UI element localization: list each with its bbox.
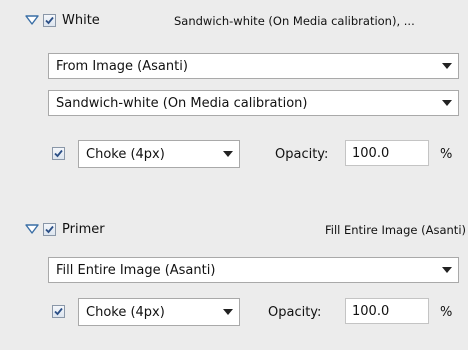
- checkmark-icon: [54, 307, 63, 316]
- chevron-down-icon: [217, 151, 239, 157]
- primer-fill-select-value: Fill Entire Image (Asanti): [56, 262, 216, 278]
- expand-triangle-icon[interactable]: [25, 223, 41, 237]
- chevron-down-icon: [436, 63, 458, 69]
- white-choke-checkbox[interactable]: [52, 147, 65, 160]
- layer-primer-checkbox[interactable]: [43, 223, 56, 236]
- layer-white-header: White: [25, 13, 100, 28]
- primer-opacity-label: Opacity:: [268, 305, 322, 320]
- white-opacity-input[interactable]: [345, 140, 429, 166]
- primer-choke-checkbox[interactable]: [52, 305, 65, 318]
- white-choke-select-value: Choke (4px): [86, 146, 165, 162]
- primer-opacity-input[interactable]: [345, 298, 429, 324]
- layer-white-summary: Sandwich-white (On Media calibration), .…: [174, 14, 415, 28]
- white-calibration-select-value: Sandwich-white (On Media calibration): [56, 95, 308, 111]
- white-source-select-value: From Image (Asanti): [56, 58, 188, 74]
- layer-white-name: White: [62, 13, 100, 28]
- primer-choke-select[interactable]: Choke (4px): [78, 298, 240, 326]
- checkmark-icon: [54, 149, 63, 158]
- white-calibration-select[interactable]: Sandwich-white (On Media calibration): [48, 90, 459, 116]
- chevron-down-icon: [436, 100, 458, 106]
- layers-panel: White Sandwich-white (On Media calibrati…: [0, 0, 468, 350]
- checkmark-icon: [45, 225, 54, 234]
- layer-primer-header: Primer: [25, 222, 105, 237]
- primer-opacity-unit: %: [440, 305, 453, 320]
- checkmark-icon: [45, 16, 54, 25]
- primer-fill-select[interactable]: Fill Entire Image (Asanti): [48, 257, 459, 283]
- chevron-down-icon: [217, 309, 239, 315]
- white-opacity-label: Opacity:: [275, 147, 329, 162]
- white-choke-select[interactable]: Choke (4px): [78, 140, 240, 168]
- layer-white-checkbox[interactable]: [43, 14, 56, 27]
- white-opacity-unit: %: [440, 147, 453, 162]
- chevron-down-icon: [436, 267, 458, 273]
- expand-triangle-icon[interactable]: [25, 14, 41, 28]
- layer-primer-summary: Fill Entire Image (Asanti): [324, 223, 466, 237]
- layer-primer-name: Primer: [62, 222, 105, 237]
- white-source-select[interactable]: From Image (Asanti): [48, 53, 459, 79]
- primer-choke-select-value: Choke (4px): [86, 304, 165, 320]
